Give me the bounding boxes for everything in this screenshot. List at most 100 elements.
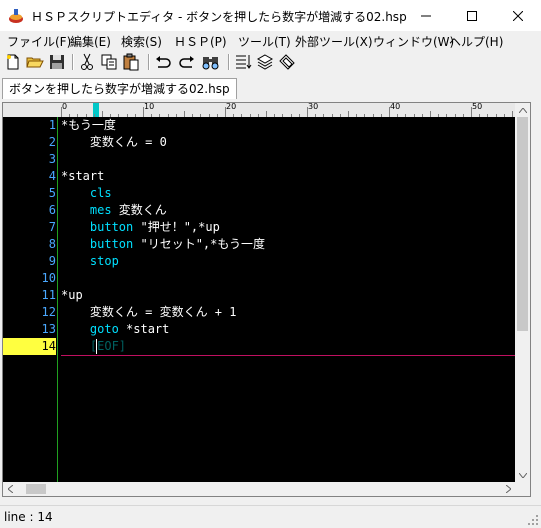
ruler-tick (143, 107, 144, 117)
menu-hsp[interactable]: ＨＳＰ(P) (174, 33, 227, 50)
scroll-left-button[interactable] (3, 482, 17, 496)
code-token: goto (61, 322, 119, 336)
maximize-icon (467, 10, 477, 21)
line-number: 8 (48, 237, 56, 251)
app-icon (9, 9, 23, 23)
ruler-tick (307, 107, 308, 117)
menu-external-tools[interactable]: 外部ツール(X) (295, 33, 373, 50)
menu-tools[interactable]: ツール(T) (238, 33, 291, 50)
code-line[interactable]: goto *start (61, 321, 169, 338)
menu-search[interactable]: 検索(S) (121, 33, 162, 50)
copy-icon[interactable] (100, 53, 118, 71)
code-line[interactable]: cls (61, 185, 112, 202)
open-folder-icon[interactable] (26, 53, 44, 71)
ruler-mark: 10 (144, 103, 155, 111)
save-icon[interactable] (48, 53, 66, 71)
code-token: "リセット",*もう一度 (133, 237, 266, 251)
menu-file[interactable]: ファイル(F) (7, 33, 71, 50)
scroll-up-button[interactable] (515, 103, 530, 117)
maximize-button[interactable] (449, 0, 495, 31)
line-number: 1 (48, 118, 56, 132)
column-ruler: 0 10 20 30 40 50 (3, 103, 515, 117)
status-bar: line : 14 (0, 505, 541, 528)
undo-icon[interactable] (154, 53, 172, 71)
chevron-right-icon (505, 485, 511, 493)
line-number: 10 (41, 271, 56, 285)
window-title: ＨＳＰスクリプトエディタ - ボタンを押したら数字が増減する02.hsp (31, 10, 407, 24)
current-line-underline (61, 355, 515, 356)
code-line[interactable]: 変数くん = 0 (61, 134, 167, 151)
line-number: 3 (48, 152, 56, 166)
code-token: *もう一度 (61, 118, 116, 132)
new-file-icon[interactable] (4, 53, 22, 71)
scroll-down-button[interactable] (515, 468, 530, 482)
code-line[interactable]: [EOF] (61, 338, 126, 355)
menu-bar: ファイル(F) 編集(E) 検索(S) ＨＳＰ(P) ツール(T) 外部ツール(… (0, 31, 541, 51)
code-line[interactable]: stop (61, 253, 119, 270)
code-token: mes (61, 203, 112, 217)
code-token: cls (61, 186, 112, 200)
line-number: 14 (3, 338, 56, 355)
code-line[interactable]: *start (61, 168, 104, 185)
code-token: stop (61, 254, 119, 268)
line-number: 12 (41, 305, 56, 319)
line-number: 4 (48, 169, 56, 183)
list-icon[interactable] (234, 53, 252, 71)
paste-icon[interactable] (122, 53, 140, 71)
text-caret (96, 339, 97, 354)
code-token: button (61, 237, 134, 251)
menu-edit[interactable]: 編集(E) (70, 33, 111, 50)
chevron-down-icon (518, 472, 527, 478)
vertical-scroll-thumb[interactable] (517, 117, 528, 331)
minimize-button[interactable] (403, 0, 449, 31)
code-token: "押せ！",*up (133, 220, 220, 234)
ruler-tick (225, 107, 226, 117)
cut-icon[interactable] (78, 53, 96, 71)
code-token: [EOF] (61, 339, 127, 353)
code-line[interactable]: 変数くん = 変数くん + 1 (61, 304, 237, 321)
code-token: button (61, 220, 134, 234)
line-number: 6 (48, 203, 56, 217)
resize-grip-icon[interactable] (527, 514, 539, 526)
layers-icon[interactable] (256, 53, 274, 71)
tab-strip: ボタンを押したら数字が増減する02.hsp (0, 76, 541, 100)
code-line[interactable]: button "押せ！",*up (61, 219, 220, 236)
line-number-gutter: 1 2 3 4 5 6 7 8 9 10 11 12 13 14 (3, 117, 57, 482)
minimize-icon (421, 15, 431, 16)
ruler-tick (471, 107, 472, 117)
title-bar[interactable]: ＨＳＰスクリプトエディタ - ボタンを押したら数字が増減する02.hsp (0, 0, 541, 31)
scroll-right-button[interactable] (501, 482, 515, 496)
tag-icon[interactable] (278, 53, 296, 71)
find-icon[interactable] (202, 53, 220, 71)
code-token: *start (118, 322, 170, 336)
close-icon (513, 10, 523, 21)
close-button[interactable] (495, 0, 541, 31)
line-number: 2 (48, 135, 56, 149)
code-token: *up (61, 288, 83, 302)
chevron-up-icon (518, 107, 527, 113)
code-line[interactable]: *up (61, 287, 83, 304)
line-number: 5 (48, 186, 56, 200)
gutter-divider (57, 117, 58, 482)
menu-help[interactable]: ヘルプ(H) (449, 33, 503, 50)
ruler-tick (389, 107, 390, 117)
tab-file[interactable]: ボタンを押したら数字が増減する02.hsp (2, 78, 237, 99)
ruler-mark: 20 (226, 103, 237, 111)
horizontal-scrollbar[interactable] (3, 482, 515, 496)
line-number: 11 (41, 288, 56, 302)
scrollbar-corner (515, 482, 530, 496)
chevron-left-icon (7, 485, 13, 493)
ruler-tick (61, 107, 62, 117)
code-line[interactable]: button "リセット",*もう一度 (61, 236, 265, 253)
horizontal-scroll-thumb[interactable] (26, 484, 46, 494)
code-line[interactable]: *もう一度 (61, 117, 116, 134)
ruler-mark: 30 (308, 103, 319, 111)
code-line[interactable]: mes 変数くん (61, 202, 167, 219)
ruler-mark: 50 (472, 103, 483, 111)
menu-window[interactable]: ウィンドウ(W) (373, 33, 454, 50)
vertical-scrollbar[interactable] (515, 103, 530, 482)
toolbar (0, 51, 541, 73)
code-editor[interactable]: 0 10 20 30 40 50 1 2 3 4 5 6 7 8 9 10 11 12 13 14 *もう… (2, 102, 531, 497)
redo-icon[interactable] (178, 53, 196, 71)
code-area[interactable]: *もう一度 変数くん = 0 *start cls mes 変数くん button… (61, 117, 515, 482)
